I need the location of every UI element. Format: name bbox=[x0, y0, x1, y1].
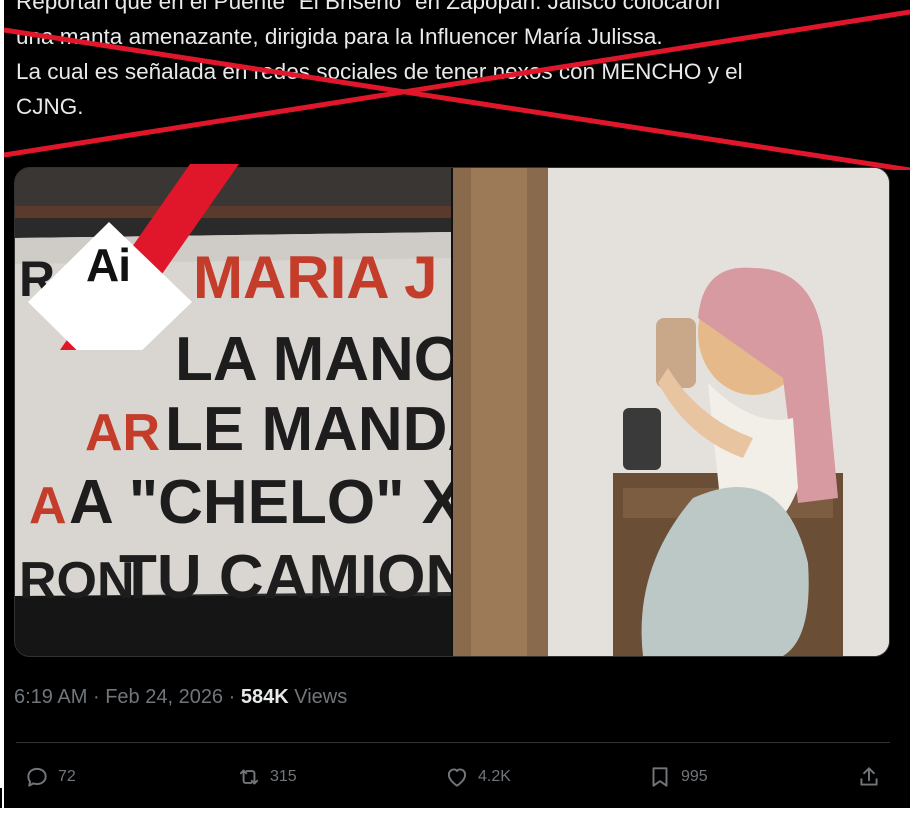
left-edge-mark bbox=[0, 788, 2, 808]
banner-line-1: MARIA J bbox=[193, 244, 437, 311]
banner-line-4: A "CHELO" XQ bbox=[69, 468, 451, 537]
banner-fragment-4: RON bbox=[19, 552, 135, 610]
meta-divider bbox=[16, 742, 890, 743]
banner-line-5: TU CAMION bbox=[119, 543, 451, 612]
reply-icon bbox=[27, 767, 47, 787]
ai-badge-text: Ai bbox=[86, 239, 131, 291]
heart-icon bbox=[447, 768, 467, 787]
banner-fragment-1: R bbox=[19, 251, 55, 307]
tweet-frame: Reportan que en el Puente “El Briseño” e… bbox=[4, 0, 910, 808]
bookmark-icon bbox=[652, 767, 668, 787]
repost-icon bbox=[239, 769, 259, 785]
reply-button[interactable]: 72 bbox=[24, 752, 76, 802]
tweet-text: Reportan que en el Puente “El Briseño” e… bbox=[16, 0, 896, 124]
selfie-photo-art bbox=[453, 168, 889, 656]
banner-line-3: LE MANDA bbox=[165, 395, 451, 464]
selfie-photo[interactable] bbox=[453, 168, 889, 656]
meta-separator: · bbox=[228, 686, 236, 708]
bookmark-button[interactable]: 995 bbox=[647, 752, 708, 802]
banner-fragment-3: A bbox=[29, 477, 67, 535]
tweet-line-4: CJNG. bbox=[16, 94, 84, 119]
tweet-line-1: Reportan que en el Puente “El Briseño” e… bbox=[16, 0, 721, 14]
share-button[interactable] bbox=[856, 752, 890, 802]
share-icon bbox=[860, 767, 878, 786]
meta-separator: · bbox=[92, 686, 100, 708]
tweet-line-2: una manta amenazante, dirigida para la I… bbox=[16, 24, 663, 49]
reply-count: 72 bbox=[58, 768, 76, 785]
repost-count: 315 bbox=[270, 768, 297, 785]
like-button[interactable]: 4.2K bbox=[444, 752, 511, 802]
repost-button[interactable]: 315 bbox=[236, 752, 297, 802]
banner-line-2: LA MANO bbox=[175, 325, 451, 394]
bookmark-count: 995 bbox=[681, 768, 708, 785]
tweet-meta: 6:19 AM · Feb 24, 2026 · 584K Views bbox=[14, 686, 347, 709]
tweet-time[interactable]: 6:19 AM bbox=[14, 686, 87, 708]
banner-fragment-2: AR bbox=[85, 404, 160, 462]
tweet-line-3: La cual es señalada en redes sociales de… bbox=[16, 59, 743, 84]
views-label: Views bbox=[294, 686, 348, 708]
tweet-date[interactable]: Feb 24, 2026 bbox=[105, 686, 223, 708]
tweet-actions: 72 315 4.2K 995 bbox=[4, 752, 910, 802]
views-count: 584K bbox=[240, 686, 289, 708]
like-count: 4.2K bbox=[478, 768, 511, 785]
